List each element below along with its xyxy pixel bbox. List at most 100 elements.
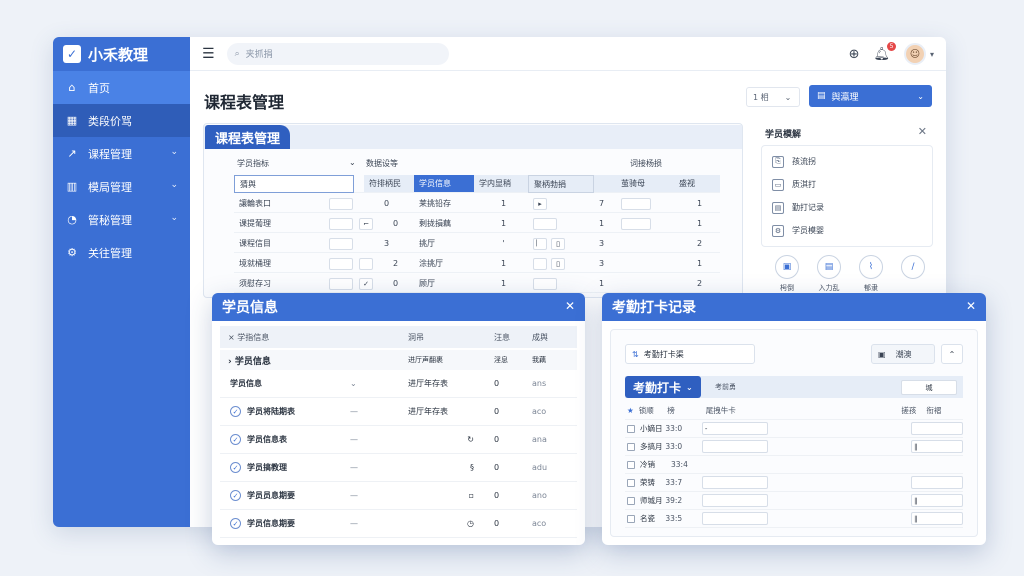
toggle-box[interactable] <box>329 217 353 230</box>
sidebar-item-grid[interactable]: ▦ 类段价骂 <box>53 104 190 137</box>
help-icon[interactable]: ⊕ <box>849 47 860 62</box>
row-action[interactable]: aco <box>532 407 570 416</box>
table-row[interactable]: 师城月 39:2 ∥ <box>625 492 963 510</box>
clock-icon[interactable]: ◷ <box>408 519 494 528</box>
chevron-down-icon[interactable]: ⌄ <box>349 158 356 167</box>
sidebar-item-course[interactable]: ↗ 课程管理 ⌄ <box>53 137 190 170</box>
close-icon[interactable]: ✕ <box>565 299 575 313</box>
row-action[interactable]: ano <box>532 491 570 500</box>
row-checkbox[interactable] <box>627 496 635 505</box>
page-select[interactable]: 1 相 ⌄ <box>746 87 800 107</box>
row-action[interactable]: aco <box>532 519 570 528</box>
table-row[interactable]: 讓輪表口 0 莱挑铅存 1 ▸ 7 1 <box>234 194 730 214</box>
table-row[interactable]: 名瓷 33:5 ∥ <box>625 510 963 528</box>
panel-item[interactable]: ▭ 质淇打 <box>762 173 932 196</box>
menu-icon[interactable]: ☰ <box>202 46 215 62</box>
input-box[interactable] <box>621 197 651 210</box>
sort-icon[interactable]: ⨯ <box>228 333 237 342</box>
row-input[interactable] <box>911 476 963 489</box>
file-icon[interactable]: ▫ <box>408 491 494 500</box>
row-input[interactable] <box>701 476 768 489</box>
table-row[interactable]: ✓ 学员信息期要 — ◷ 0 aco <box>220 510 577 538</box>
table-row[interactable]: 课程信目 3 挑厅 ' ⎸ ▯ 3 2 <box>234 234 730 254</box>
tab-attendance[interactable]: 考勤打卡 ⌄ <box>625 376 701 398</box>
check-circle-icon[interactable]: ✓ <box>230 490 241 501</box>
sidebar-item-home[interactable]: ⌂ 首页 <box>53 71 190 104</box>
table-row[interactable]: ✓ 学员搞教理 — § 0 adu <box>220 454 577 482</box>
star-icon[interactable]: ★ <box>627 406 634 415</box>
table-row[interactable]: 多搞月 33:0 ∥ <box>625 438 963 456</box>
row-input[interactable] <box>701 440 768 453</box>
header-cell[interactable]: 猜舆 <box>234 175 354 193</box>
table-row[interactable]: ✓ 学员将陆期表 — 进厅年存表 0 aco <box>220 398 577 426</box>
filter-select[interactable]: 城 <box>901 380 957 395</box>
panel-item[interactable]: ⎘ 孩流拐 <box>762 150 932 173</box>
row-input[interactable]: ‐ <box>701 422 768 435</box>
box-icon[interactable] <box>359 257 373 270</box>
tab-schedule[interactable]: 课程表管理 <box>205 125 291 149</box>
input-box[interactable] <box>533 217 557 230</box>
bell-icon[interactable]: 🔔︎ 5 <box>873 41 896 62</box>
table-row[interactable]: 课提葡理 ⌐ 0 剩拢損藕 1 1 1 <box>234 214 730 234</box>
close-icon[interactable]: ✕ <box>918 125 927 138</box>
link-icon[interactable]: § <box>408 463 494 472</box>
box-icon[interactable] <box>533 257 547 270</box>
row-input[interactable] <box>911 422 963 435</box>
panel-item[interactable]: ⚙ 学员模婴 <box>762 219 932 242</box>
row-checkbox[interactable] <box>627 442 635 451</box>
table-row[interactable]: 荣铸 33:7 <box>625 474 963 492</box>
shortcut-file[interactable]: ▤ 入力乱 <box>817 255 841 293</box>
table-row[interactable]: 须慰存习 ✓ 0 顾厅 1 1 2 <box>234 274 730 294</box>
input-box[interactable] <box>621 217 651 230</box>
sidebar-item-module[interactable]: ▥ 模局管理 ⌄ <box>53 170 190 203</box>
row-input[interactable]: ∥ <box>911 512 963 525</box>
row-action[interactable]: ans <box>532 379 570 388</box>
table-row[interactable]: 学员信息 ⌄ 进厅年存表 0 ans <box>220 370 577 398</box>
toggle-box[interactable] <box>329 277 353 290</box>
check-circle-icon[interactable]: ✓ <box>230 406 241 417</box>
header-cell[interactable]: 学员信息 <box>414 175 474 193</box>
panel-item[interactable]: ▤ 勤打记录 <box>762 196 932 219</box>
brand[interactable]: ✓ 小禾教理 <box>53 37 190 71</box>
table-row[interactable]: ✓ 学员员息期要 — ▫ 0 ano <box>220 482 577 510</box>
row-input[interactable] <box>701 512 768 525</box>
doc-icon[interactable]: ▯ <box>551 257 565 270</box>
avatar[interactable]: ☺ <box>903 43 926 65</box>
row-checkbox[interactable] <box>627 514 635 523</box>
search-input[interactable]: ⌕ 夹抓捐 <box>226 42 449 65</box>
chevron-down-icon[interactable]: ⌄ <box>350 379 408 388</box>
shortcut-bookmark[interactable]: ⌇ 郁隶 <box>859 255 883 293</box>
input-box[interactable] <box>533 277 557 290</box>
toggle-box[interactable] <box>329 197 353 210</box>
sidebar-item-manage[interactable]: ◔ 管秘管理 ⌄ <box>53 203 190 236</box>
check-circle-icon[interactable]: ✓ <box>230 434 241 445</box>
table-row[interactable]: ✓ 学员信息表 — ↻ 0 ana <box>220 426 577 454</box>
table-row[interactable]: 小嫡日 33:0 ‐ <box>625 420 963 438</box>
chevron-down-icon[interactable]: ▾ <box>930 50 934 59</box>
refresh-icon[interactable]: ↻ <box>408 435 494 444</box>
toggle-box[interactable] <box>329 237 353 250</box>
row-checkbox[interactable] <box>627 460 635 469</box>
toggle-box[interactable] <box>329 257 353 270</box>
check-circle-icon[interactable]: ✓ <box>230 518 241 529</box>
table-row[interactable]: 境就桶理 2 涂挑厅 1 ▯ 3 1 <box>234 254 730 274</box>
attendance-search-input[interactable]: ⇅ 考勤打卡渠 <box>625 344 755 364</box>
doc-icon[interactable]: ▯ <box>551 237 565 250</box>
edit-icon[interactable]: ⌐ <box>359 217 373 230</box>
view-select[interactable]: ▤ 舆瀛理 ⌄ <box>809 85 932 107</box>
group-row[interactable]: › 学员信息 进厅声翻裹 淫息 我藕 <box>220 350 577 370</box>
play-icon[interactable]: ▸ <box>533 197 547 210</box>
shortcut-image[interactable]: ▣ 枵倒 <box>775 255 799 293</box>
close-icon[interactable]: ✕ <box>966 299 976 313</box>
row-input[interactable] <box>701 494 768 507</box>
row-input[interactable]: ∥ <box>911 494 963 507</box>
sidebar-item-settings[interactable]: ⚙ 关往管理 <box>53 236 190 269</box>
row-input[interactable]: ∥ <box>911 440 963 453</box>
check-circle-icon[interactable]: ✓ <box>230 462 241 473</box>
table-row[interactable]: 冷销 33:4 <box>625 456 963 474</box>
check-icon[interactable]: ✓ <box>359 277 373 290</box>
row-action[interactable]: ana <box>532 435 570 444</box>
row-checkbox[interactable] <box>627 424 635 433</box>
export-button[interactable]: ▣ 潮澳 <box>871 344 935 364</box>
chevron-up-icon[interactable]: ⌃ <box>941 344 963 364</box>
